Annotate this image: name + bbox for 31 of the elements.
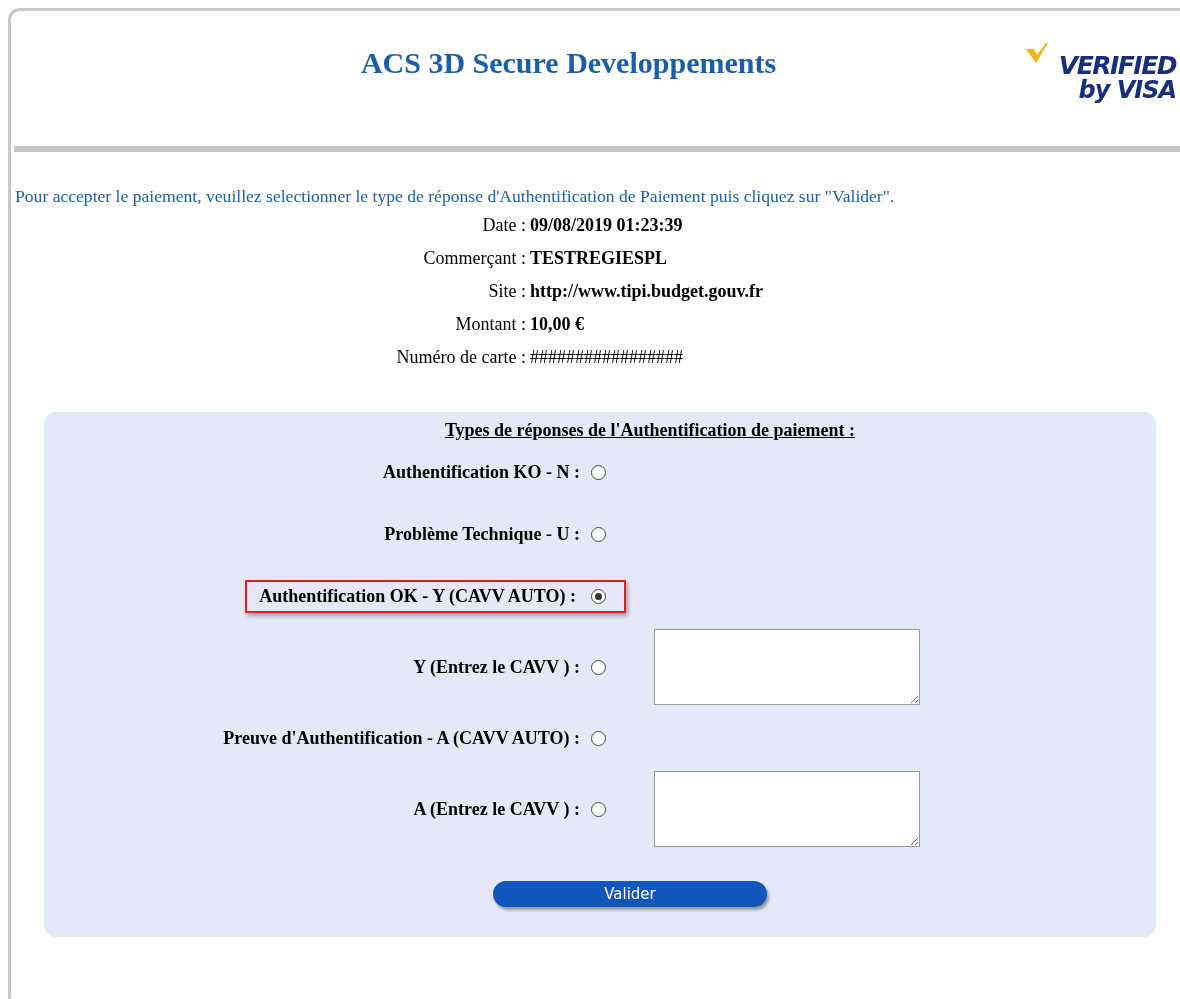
radio-button[interactable] <box>591 526 606 542</box>
detail-label: Numéro de carte : <box>395 347 526 368</box>
radio-button[interactable] <box>591 588 606 604</box>
detail-value: TESTREGIESPL <box>530 248 669 269</box>
option-label: Y (Entrez le CAVV ) : <box>412 655 581 679</box>
instruction-text: Pour accepter le paiement, veuillez selectionner le type de réponse d'Authentification de Paiement puis cliquez sur "Valider". <box>15 186 896 207</box>
radio-button[interactable] <box>591 659 606 675</box>
detail-value: 09/08/2019 01:23:39 <box>530 215 684 236</box>
detail-label: Date : <box>481 215 526 236</box>
radio-button[interactable] <box>591 801 606 817</box>
cavv-field[interactable] <box>654 771 920 847</box>
detail-value: 10,00 € <box>530 314 585 335</box>
section-heading: Types de réponses de l'Authentification de paiement : <box>443 420 857 441</box>
radio-button[interactable] <box>591 464 606 480</box>
option-label: Problème Technique - U : <box>383 522 581 546</box>
option-label: Preuve d'Authentification - A (CAVV AUTO) : <box>222 726 581 750</box>
option-label: Authentification OK - Y (CAVV AUTO) : <box>245 579 626 613</box>
page-title: ACS 3D Secure Developpements <box>359 45 778 81</box>
option-label: A (Entrez le CAVV ) : <box>412 797 581 821</box>
detail-label: Commerçant : <box>422 248 526 269</box>
logo-text: VERIFIED <box>1058 52 1176 78</box>
option-label: Authentification KO - N : <box>382 460 581 484</box>
logo-text: by VISA <box>1078 77 1176 102</box>
checkmark-icon <box>1026 42 1048 63</box>
detail-value: http://www.tipi.budget.gouv.fr <box>530 281 765 302</box>
detail-label: Montant : <box>454 314 526 335</box>
radio-button[interactable] <box>591 730 606 746</box>
detail-label: Site : <box>487 281 526 302</box>
cavv-field[interactable] <box>654 629 920 705</box>
detail-value: ################# <box>530 347 684 368</box>
validate-button[interactable]: Valider <box>493 881 767 907</box>
